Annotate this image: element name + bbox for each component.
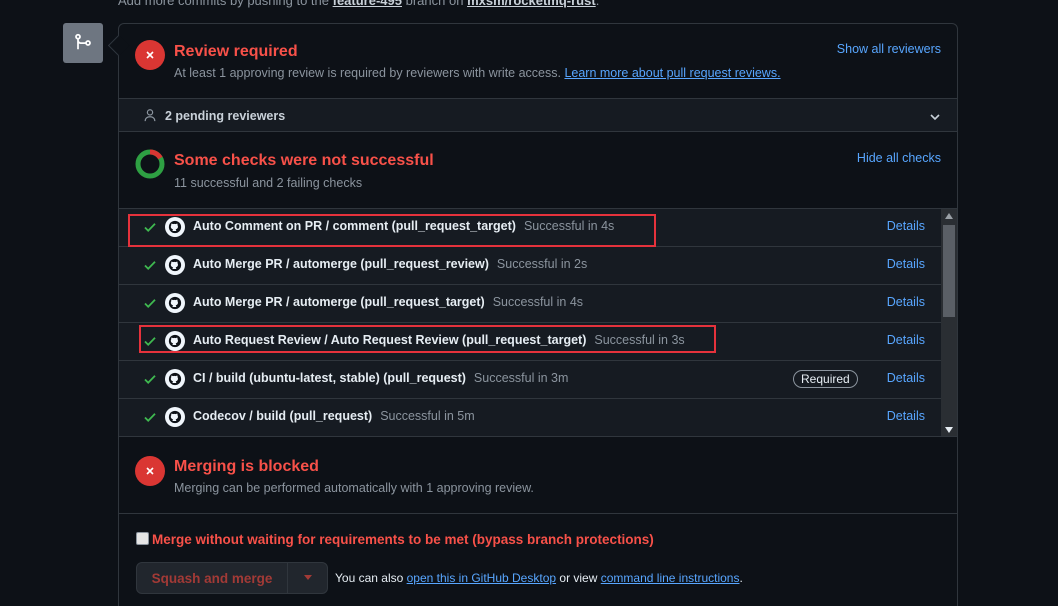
github-logo-icon bbox=[165, 255, 185, 275]
check-row: Auto Merge PR / automerge (pull_request_… bbox=[119, 247, 941, 285]
check-details-link[interactable]: Details bbox=[887, 333, 925, 347]
alternative-merge-options: You can also open this in GitHub Desktop… bbox=[335, 571, 743, 585]
merging-blocked-title: Merging is blocked bbox=[174, 458, 319, 475]
merge-blocked-icon bbox=[135, 456, 165, 486]
check-details-link[interactable]: Details bbox=[887, 295, 925, 309]
check-status: Successful in 4s bbox=[492, 295, 584, 309]
scrollbar-thumb[interactable] bbox=[943, 225, 955, 317]
merging-blocked-description: Merging can be performed automatically w… bbox=[174, 481, 534, 495]
show-all-reviewers-link[interactable]: Show all reviewers bbox=[837, 42, 941, 56]
review-description-text: At least 1 approving review is required … bbox=[174, 66, 561, 80]
scroll-down-arrow-icon[interactable] bbox=[945, 427, 953, 433]
check-row: Auto Merge PR / automerge (pull_request_… bbox=[119, 285, 941, 323]
bypass-option[interactable]: Merge without waiting for requirements t… bbox=[136, 532, 654, 547]
merge-box: Review required At least 1 approving rev… bbox=[118, 23, 958, 606]
github-logo-icon bbox=[165, 293, 185, 313]
check-icon bbox=[144, 413, 156, 422]
pending-reviewers-row[interactable]: 2 pending reviewers bbox=[119, 98, 957, 132]
check-row: CI / build (ubuntu-latest, stable) (pull… bbox=[119, 361, 941, 399]
checks-list: Auto Comment on PR / comment (pull_reque… bbox=[119, 208, 957, 437]
check-icon bbox=[144, 261, 156, 270]
review-required-title: Review required bbox=[174, 43, 298, 60]
push-hint-suffix: . bbox=[595, 0, 600, 8]
check-name: Auto Merge PR / automerge (pull_request_… bbox=[193, 295, 485, 309]
check-name: Auto Merge PR / automerge (pull_request_… bbox=[193, 257, 489, 271]
github-logo-icon bbox=[165, 369, 185, 389]
check-status: Successful in 3m bbox=[473, 371, 569, 385]
review-required-description: At least 1 approving review is required … bbox=[174, 66, 781, 80]
hide-all-checks-link[interactable]: Hide all checks bbox=[857, 151, 941, 165]
open-in-desktop-link[interactable]: open this in GitHub Desktop bbox=[407, 571, 556, 585]
push-hint-prefix: Add more commits by pushing to the bbox=[118, 0, 329, 8]
check-status: Successful in 2s bbox=[496, 257, 588, 271]
branch-name[interactable]: feature-495 bbox=[333, 0, 402, 8]
checks-scrollbar[interactable] bbox=[941, 209, 957, 436]
or-view-text: or view bbox=[559, 571, 598, 585]
review-failed-icon bbox=[135, 40, 165, 70]
section-divider bbox=[119, 513, 957, 514]
bypass-label: Merge without waiting for requirements t… bbox=[152, 532, 654, 547]
check-name: CI / build (ubuntu-latest, stable) (pull… bbox=[193, 371, 466, 385]
check-name: Codecov / build (pull_request) bbox=[193, 409, 373, 423]
scroll-up-arrow-icon[interactable] bbox=[945, 213, 953, 219]
check-details-link[interactable]: Details bbox=[887, 409, 925, 423]
caret-down-icon bbox=[304, 575, 312, 580]
git-merge-icon bbox=[63, 23, 103, 63]
push-hint-middle: branch on bbox=[405, 0, 464, 8]
also-prefix: You can also bbox=[335, 571, 404, 585]
highlight-box bbox=[128, 214, 656, 247]
check-icon bbox=[144, 375, 156, 384]
check-details-link[interactable]: Details bbox=[887, 257, 925, 271]
highlight-box bbox=[139, 325, 716, 353]
checks-summary: 11 successful and 2 failing checks bbox=[174, 176, 363, 190]
checks-title: Some checks were not successful bbox=[174, 152, 434, 169]
check-icon bbox=[144, 299, 156, 308]
squash-and-merge-button[interactable]: Squash and merge bbox=[137, 563, 288, 593]
github-logo-icon bbox=[165, 407, 185, 427]
required-badge: Required bbox=[793, 370, 858, 388]
push-hint: Add more commits by pushing to the featu… bbox=[118, 0, 599, 8]
merge-method-dropdown[interactable] bbox=[288, 563, 328, 593]
bypass-checkbox[interactable] bbox=[136, 532, 149, 545]
repo-name[interactable]: mxsm/rocketmq-rust bbox=[467, 0, 596, 8]
chevron-down-icon bbox=[930, 114, 940, 121]
check-row: Codecov / build (pull_request) Successful… bbox=[119, 399, 941, 436]
checks-status-ring-icon bbox=[135, 149, 165, 179]
person-icon bbox=[144, 109, 156, 122]
check-details-link[interactable]: Details bbox=[887, 371, 925, 385]
learn-more-reviews-link[interactable]: Learn more about pull request reviews. bbox=[564, 66, 780, 80]
squash-merge-button-group: Squash and merge bbox=[136, 562, 328, 594]
pending-reviewers-label: 2 pending reviewers bbox=[165, 109, 286, 123]
check-details-link[interactable]: Details bbox=[887, 219, 925, 233]
check-status: Successful in 5m bbox=[380, 409, 475, 423]
command-line-instructions-link[interactable]: command line instructions bbox=[601, 571, 740, 585]
also-suffix: . bbox=[739, 571, 743, 585]
